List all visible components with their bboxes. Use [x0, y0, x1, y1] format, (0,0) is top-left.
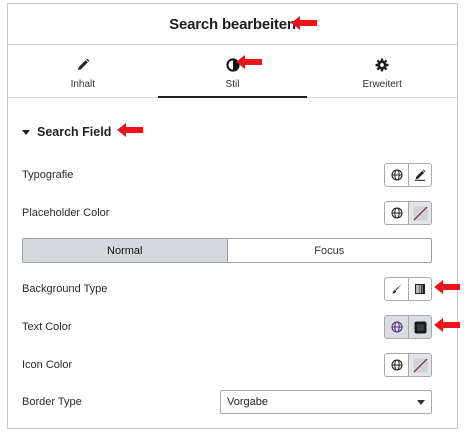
state-normal-option[interactable]: Normal [23, 239, 227, 262]
tab-stil[interactable]: Stil [157, 45, 308, 98]
typografie-global-button[interactable] [385, 164, 408, 186]
border-type-value: Vorgabe [227, 396, 268, 408]
tab-label-stil: Stil [225, 79, 240, 90]
state-focus-option[interactable]: Focus [226, 239, 431, 262]
editor-panel: Search bearbeiten Inhalt Stil Erweitert … [7, 3, 458, 429]
background-type-label: Background Type [22, 283, 108, 295]
typografie-label: Typografie [22, 169, 74, 181]
globe-icon [390, 207, 403, 219]
border-type-select[interactable]: Vorgabe [220, 390, 432, 414]
placeholder-color-row: Placeholder Color [22, 201, 432, 225]
state-toggle: Normal Focus [22, 238, 432, 263]
typografie-controls [384, 163, 432, 187]
globe-icon [390, 359, 403, 371]
no-color-swatch-icon [413, 206, 427, 220]
brush-icon [391, 284, 402, 294]
panel-header: Search bearbeiten [8, 4, 457, 45]
gear-icon [375, 58, 389, 72]
icon-color-label: Icon Color [22, 359, 73, 371]
background-gradient-button[interactable] [408, 278, 431, 300]
section-title: Search Field [37, 125, 112, 139]
annotation-arrow-icon [291, 16, 317, 30]
tab-label-inhalt: Inhalt [70, 79, 96, 90]
icon-color-controls [384, 353, 432, 377]
text-color-controls [384, 315, 432, 339]
typografie-row: Typografie [22, 163, 432, 187]
border-type-row: Border Type Vorgabe [22, 390, 432, 414]
icon-color-global-button[interactable] [385, 354, 408, 376]
background-type-row: Background Type [22, 277, 432, 301]
text-color-picker-button[interactable] [408, 316, 431, 338]
placeholder-color-controls [384, 201, 432, 225]
chevron-down-icon [417, 399, 425, 405]
icon-color-picker-button[interactable] [408, 354, 431, 376]
text-color-label: Text Color [22, 321, 72, 333]
pencil-icon [77, 58, 90, 70]
placeholder-color-picker-button[interactable] [408, 202, 431, 224]
gradient-icon [415, 284, 425, 294]
globe-icon [390, 169, 403, 181]
icon-color-row: Icon Color [22, 353, 432, 377]
color-swatch-icon [414, 321, 426, 333]
annotation-arrow-icon [434, 318, 460, 332]
background-type-controls [384, 277, 432, 301]
annotation-arrow-icon [117, 123, 143, 137]
tab-erweitert[interactable]: Erweitert [307, 45, 457, 97]
text-color-row: Text Color [22, 315, 432, 339]
no-color-swatch-icon [413, 358, 427, 372]
annotation-arrow-icon [236, 55, 262, 69]
border-type-label: Border Type [22, 396, 82, 408]
annotation-arrow-icon [434, 280, 460, 294]
text-color-global-button[interactable] [385, 316, 408, 338]
section-toggle-search-field[interactable]: Search Field [22, 125, 111, 139]
tab-label-erweitert: Erweitert [362, 79, 402, 90]
background-classic-button[interactable] [385, 278, 408, 300]
pencil-icon [414, 169, 426, 181]
panel-title: Search bearbeiten [169, 15, 296, 33]
tab-bar: Inhalt Stil Erweitert [8, 45, 457, 98]
tab-inhalt[interactable]: Inhalt [8, 45, 158, 97]
caret-down-icon [22, 129, 30, 135]
placeholder-color-global-button[interactable] [385, 202, 408, 224]
typografie-edit-button[interactable] [408, 164, 431, 186]
placeholder-color-label: Placeholder Color [22, 207, 110, 219]
globe-icon [390, 321, 403, 333]
